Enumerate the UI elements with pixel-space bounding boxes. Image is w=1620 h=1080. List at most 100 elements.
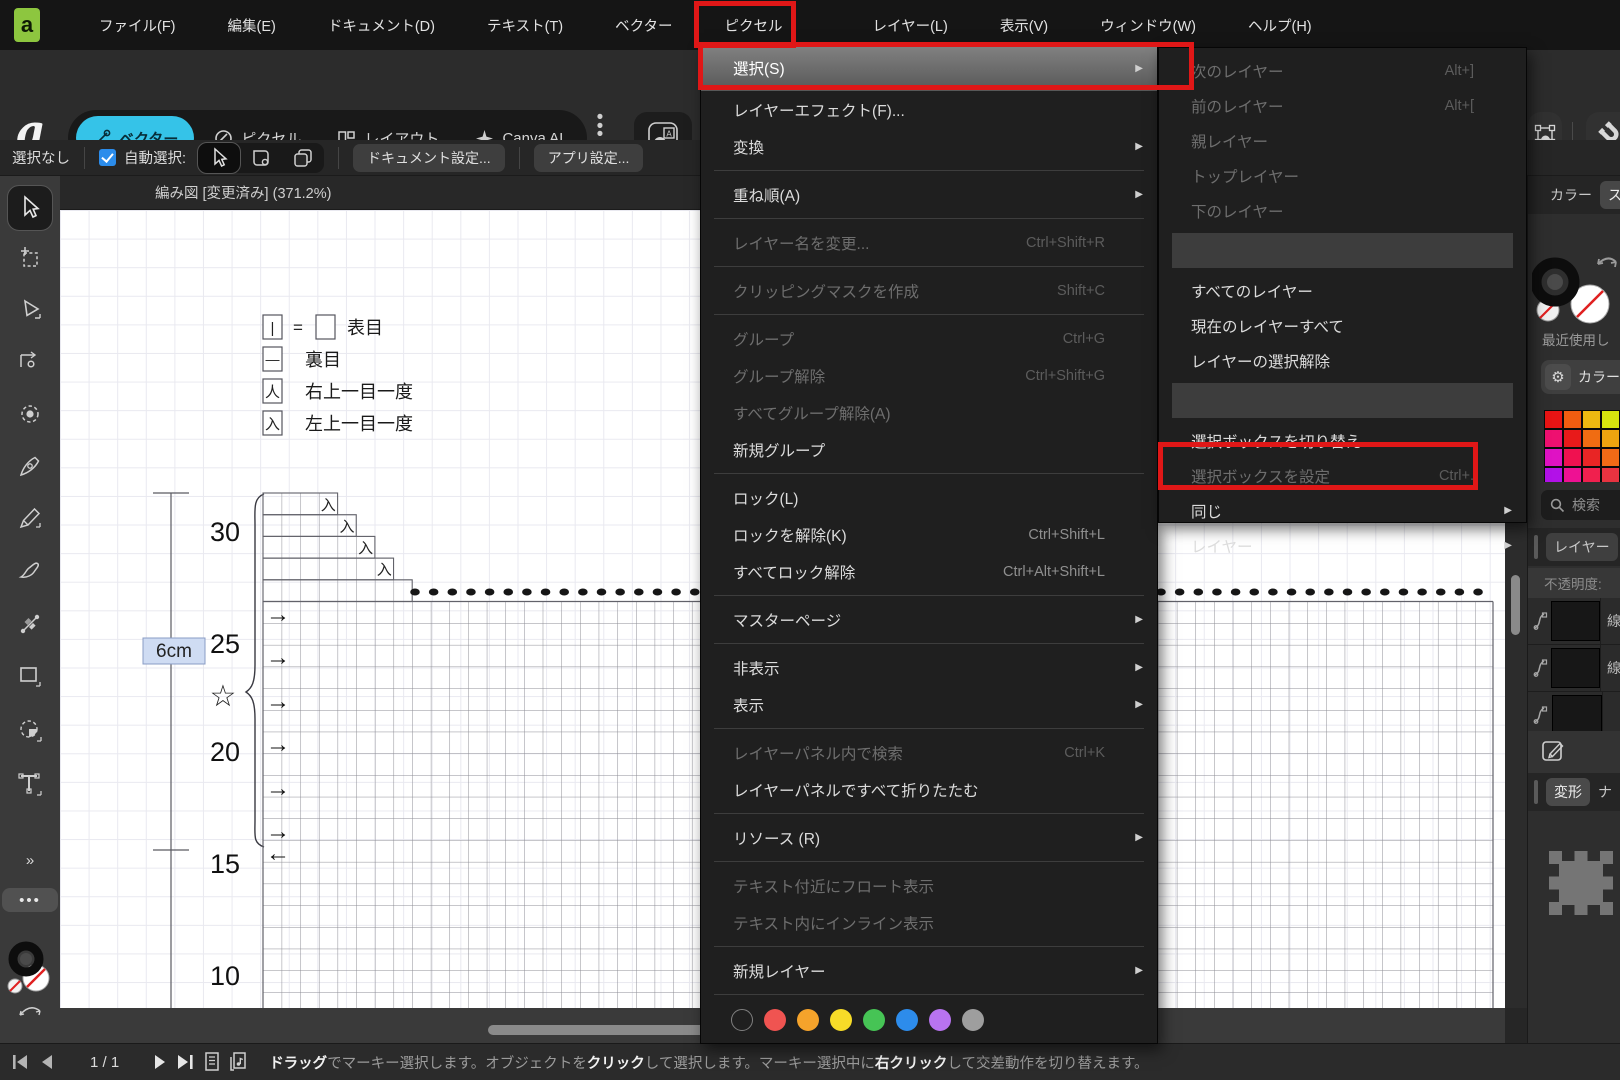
palette-swatch[interactable]	[1582, 467, 1601, 482]
panel-drag-handle[interactable]	[1534, 535, 1538, 559]
menu-layer[interactable]: レイヤー(L)	[860, 0, 961, 50]
menu-item[interactable]	[714, 728, 1144, 729]
corner-tool[interactable]	[8, 340, 52, 384]
submenu-item[interactable]: 前のレイヤー Alt+[	[1159, 88, 1526, 123]
node-tool[interactable]	[8, 288, 52, 332]
tab-navigator[interactable]: ナ	[1590, 778, 1620, 806]
vector-crop-tool[interactable]	[8, 708, 52, 752]
menu-item[interactable]: 非表示 ▶	[701, 649, 1157, 686]
submenu-item[interactable]: トップレイヤー	[1159, 158, 1526, 193]
swatch-search-box[interactable]: 検索	[1541, 490, 1620, 520]
menu-item[interactable]: 新規グループ	[701, 431, 1157, 468]
toolbar-overflow-icon[interactable]: •••	[592, 114, 608, 140]
move-tool[interactable]	[8, 186, 52, 230]
layer-row[interactable]	[1528, 692, 1620, 731]
menu-document[interactable]: ドキュメント(D)	[315, 0, 448, 50]
submenu-item[interactable]: レイヤーの選択解除	[1159, 343, 1526, 378]
document-tab[interactable]: 編み図 [変更済み] (371.2%)	[60, 182, 331, 203]
color-options-button[interactable]: ⚙ カラー	[1541, 360, 1620, 394]
vertical-scrollbar-thumb[interactable]	[1511, 575, 1520, 635]
menu-item[interactable]	[714, 861, 1144, 862]
palette-swatch[interactable]	[1563, 467, 1582, 482]
last-page-button[interactable]	[173, 1053, 199, 1071]
first-page-button[interactable]	[8, 1053, 34, 1071]
palette-swatch[interactable]	[1582, 410, 1601, 429]
menu-item[interactable]	[714, 314, 1144, 315]
submenu-item[interactable]	[1172, 233, 1513, 268]
layer-color-swatch[interactable]	[731, 1009, 753, 1031]
menu-item[interactable]: 重ね順(A) ▶	[701, 176, 1157, 213]
palette-swatch[interactable]	[1601, 467, 1620, 482]
menu-item[interactable]: グループ Ctrl+G	[701, 320, 1157, 357]
layer-color-swatch[interactable]	[863, 1009, 885, 1031]
layer-color-swatch[interactable]	[830, 1009, 852, 1031]
palette-swatch[interactable]	[1582, 429, 1601, 448]
swap-colors-icon[interactable]	[17, 1002, 43, 1023]
menu-item[interactable]: 変換 ▶	[701, 128, 1157, 165]
text-tool[interactable]	[8, 762, 52, 806]
layer-color-swatch[interactable]	[962, 1009, 984, 1031]
menu-text[interactable]: テキスト(T)	[474, 0, 576, 50]
vector-brush-tool[interactable]	[8, 548, 52, 592]
rectangle-tool[interactable]	[8, 654, 52, 698]
menu-vector[interactable]: ベクター	[602, 0, 685, 50]
menu-item[interactable]: ロックを解除(K) Ctrl+Shift+L	[701, 516, 1157, 553]
submenu-item[interactable]: 選択ボックスを切り替え .	[1159, 423, 1526, 458]
next-page-button[interactable]	[147, 1053, 173, 1071]
menu-edit[interactable]: 編集(E)	[215, 0, 289, 50]
menu-item[interactable]	[714, 813, 1144, 814]
menu-item[interactable]	[714, 946, 1144, 947]
pages-list-icon[interactable]	[199, 1051, 225, 1073]
previous-page-button[interactable]	[34, 1053, 60, 1071]
submenu-item[interactable]: 親レイヤー	[1159, 123, 1526, 158]
autoselect-checkbox[interactable]	[99, 149, 116, 166]
layer-color-swatch[interactable]	[764, 1009, 786, 1031]
menu-file[interactable]: ファイル(F)	[86, 0, 189, 50]
menu-item[interactable]: レイヤーパネルですべて折りたたむ	[701, 771, 1157, 808]
menu-item[interactable]: グループ解除 Ctrl+Shift+G	[701, 357, 1157, 394]
palette-swatch[interactable]	[1544, 429, 1563, 448]
layer-color-swatch[interactable]	[929, 1009, 951, 1031]
palette-swatch[interactable]	[1582, 448, 1601, 467]
expand-tools-button[interactable]: »	[8, 848, 52, 872]
layer-color-swatch[interactable]	[797, 1009, 819, 1031]
menu-item[interactable]: テキスト内にインライン表示	[701, 904, 1157, 941]
menu-window[interactable]: ウィンドウ(W)	[1087, 0, 1209, 50]
menu-item[interactable]: レイヤーエフェクト(F)...	[701, 91, 1157, 128]
menu-item[interactable]: 新規レイヤー ▶	[701, 952, 1157, 989]
layer-row[interactable]: 線	[1528, 598, 1620, 645]
pen-tool[interactable]	[8, 444, 52, 488]
menu-pixel[interactable]: ピクセル	[712, 0, 796, 50]
select-object-mode-button[interactable]	[198, 143, 240, 173]
document-settings-button[interactable]: ドキュメント設定...	[353, 144, 505, 172]
menu-item[interactable]: ロック(L)	[701, 479, 1157, 516]
menu-item[interactable]	[714, 473, 1144, 474]
submenu-item[interactable]: レイヤー ▶	[1159, 528, 1526, 563]
menu-item[interactable]: 選択(S) ▶	[701, 45, 1157, 91]
menu-item[interactable]: リソース (R) ▶	[701, 819, 1157, 856]
tab-transform[interactable]: 変形	[1546, 778, 1590, 806]
artboard-tool[interactable]	[8, 236, 52, 280]
select-copy-mode-button[interactable]	[282, 143, 324, 173]
palette-swatch[interactable]	[1601, 410, 1620, 429]
menu-item[interactable]: すべてロック解除 Ctrl+Alt+Shift+L	[701, 553, 1157, 590]
menu-item[interactable]	[714, 266, 1144, 267]
menu-item[interactable]	[714, 994, 1144, 995]
menu-item[interactable]: マスターページ ▶	[701, 601, 1157, 638]
palette-swatch[interactable]	[1544, 410, 1563, 429]
tab-layers[interactable]: レイヤー	[1546, 533, 1618, 561]
panel-drag-handle[interactable]	[1534, 780, 1538, 804]
submenu-item[interactable]: 同じ ▶	[1159, 493, 1526, 528]
palette-swatch[interactable]	[1563, 429, 1582, 448]
menu-item[interactable]: クリッピングマスクを作成 Shift+C	[701, 272, 1157, 309]
palette-swatch[interactable]	[1563, 410, 1582, 429]
menu-help[interactable]: ヘルプ(H)	[1235, 0, 1325, 50]
menu-item[interactable]: テキスト付近にフロート表示	[701, 867, 1157, 904]
fill-stroke-selector[interactable]	[1532, 224, 1620, 329]
palette-swatch[interactable]	[1544, 467, 1563, 482]
submenu-item[interactable]: 現在のレイヤーすべて	[1159, 308, 1526, 343]
pencil-tool[interactable]	[8, 496, 52, 540]
menu-view[interactable]: 表示(V)	[987, 0, 1061, 50]
menu-item[interactable]: すべてグループ解除(A)	[701, 394, 1157, 431]
palette-swatch[interactable]	[1601, 448, 1620, 467]
